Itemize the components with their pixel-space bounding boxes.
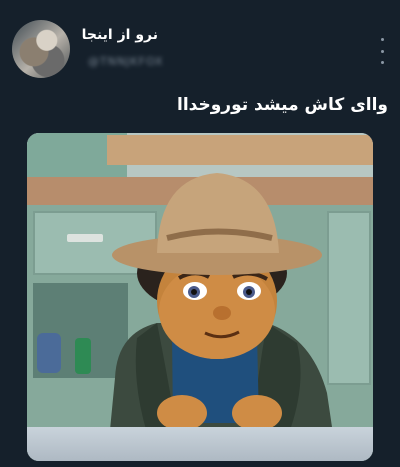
user-handle[interactable]: @TNNJKFOX [88, 55, 178, 68]
tweet-card[interactable]: نرو از اینجا @TNNJKFOX واای کاش میشد تور… [0, 0, 400, 467]
display-name[interactable]: نرو از اینجا [82, 27, 158, 43]
more-vertical-icon-dot [380, 49, 384, 53]
puppet-illustration [107, 173, 337, 461]
more-vertical-icon-dot [380, 61, 384, 64]
more-options-button[interactable] [375, 38, 389, 64]
tweet-text: واای کاش میشد توروخداا [177, 95, 388, 115]
more-vertical-icon [380, 38, 384, 41]
avatar[interactable] [12, 20, 70, 78]
bed-sheet [27, 427, 373, 461]
tweet-media-image[interactable] [27, 133, 373, 461]
